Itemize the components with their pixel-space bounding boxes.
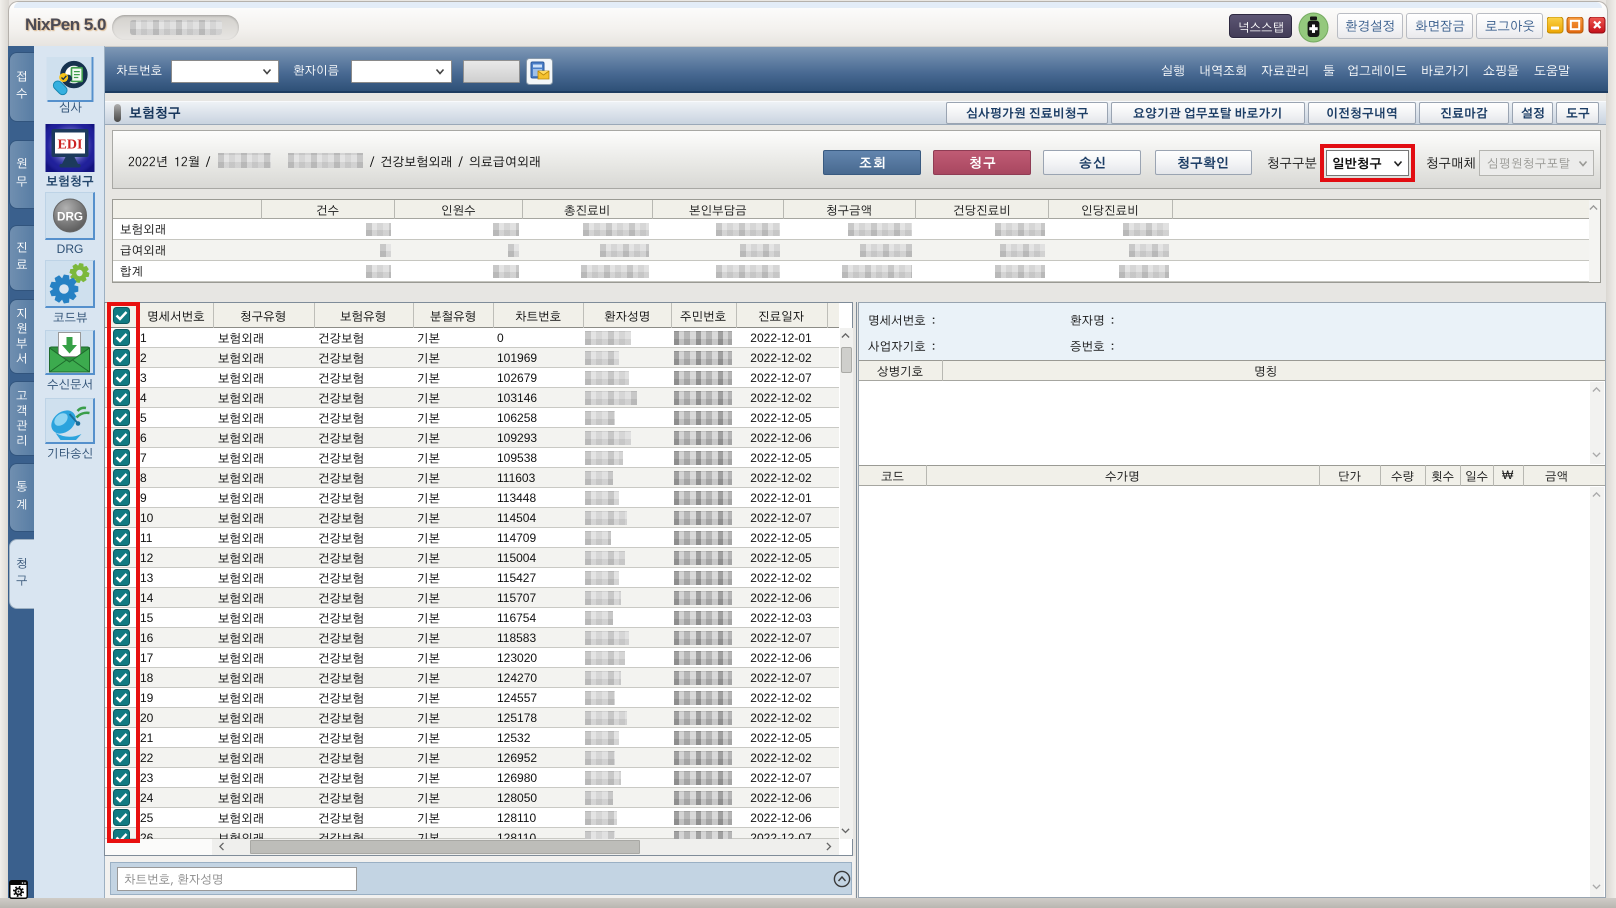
svg-text:DRG: DRG: [57, 210, 83, 223]
svg-text:EDI: EDI: [58, 138, 83, 153]
